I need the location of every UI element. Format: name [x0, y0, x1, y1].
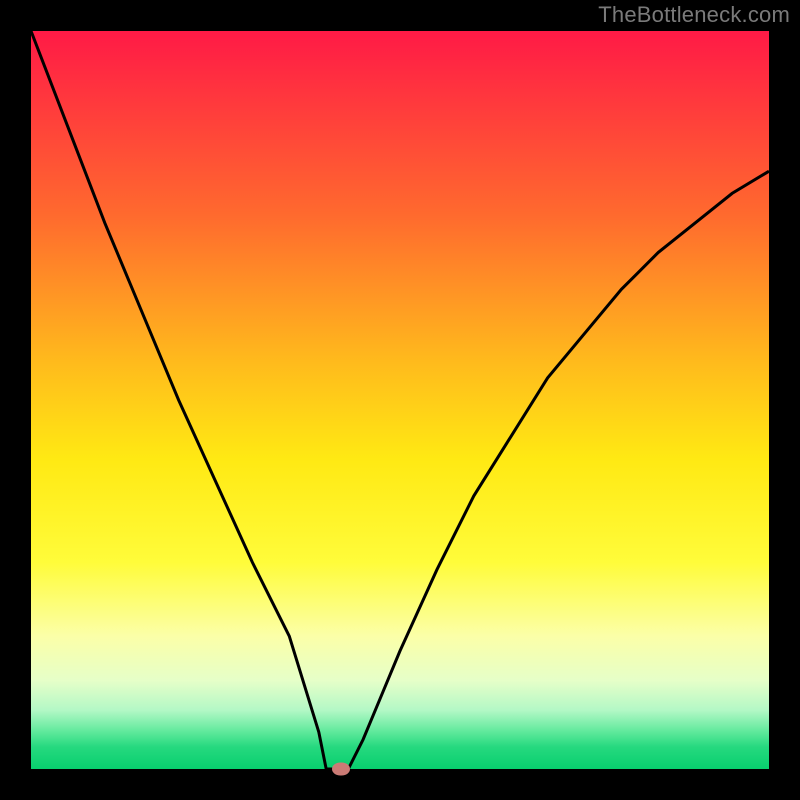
watermark-text: TheBottleneck.com: [598, 2, 790, 28]
plot-area: [31, 31, 769, 769]
minimum-marker: [332, 763, 350, 776]
bottleneck-curve: [31, 31, 769, 769]
chart-frame: TheBottleneck.com: [0, 0, 800, 800]
curve-path: [31, 31, 769, 769]
